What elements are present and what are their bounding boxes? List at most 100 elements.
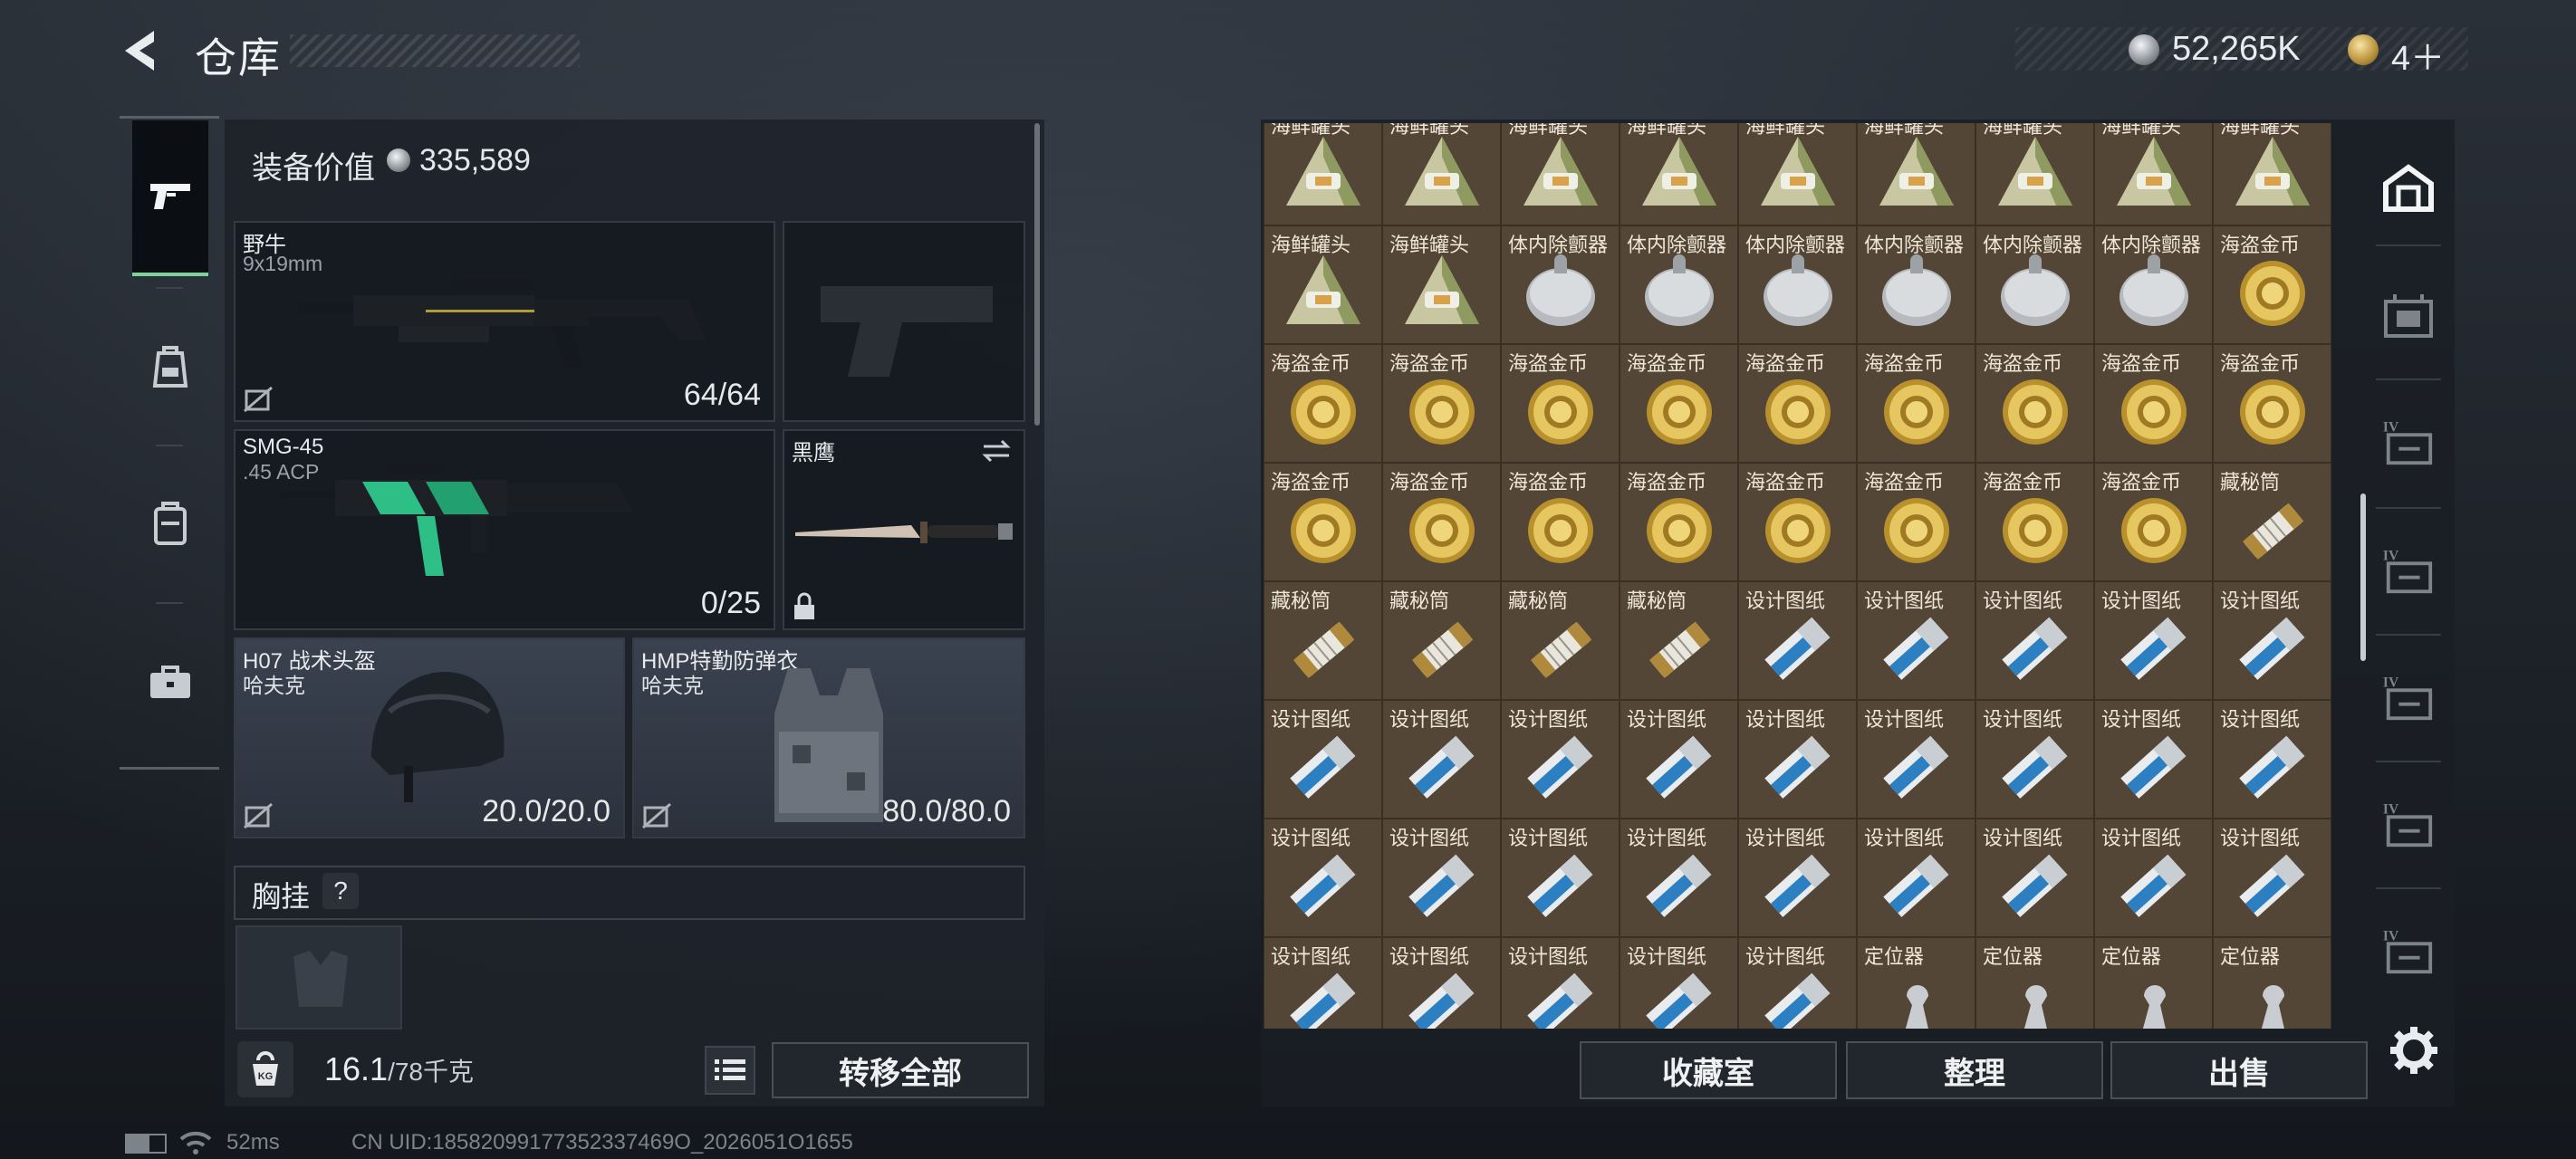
stash-scrollbar[interactable] [2360,493,2366,661]
stash-item[interactable]: 体内除颤器 [1620,225,1738,344]
stash-item[interactable]: 海鲜罐头 [1857,123,1975,225]
stash-item[interactable]: 定位器 [1857,937,1975,1029]
stash-item[interactable]: 定位器 [2094,937,2213,1029]
stash-item[interactable]: 设计图纸 [1501,819,1620,937]
stash-item[interactable]: 海鲜罐头 [1738,123,1857,225]
stash-item[interactable]: 海盗金币 [1264,463,1382,581]
helmet-slot[interactable]: H07 战术头盔 哈夫克 20.0/20.0 [234,637,625,838]
stash-item[interactable]: 海盗金币 [2094,463,2213,581]
transfer-all-button[interactable]: 转移全部 [772,1042,1029,1098]
stash-item[interactable]: 设计图纸 [1975,700,2094,819]
stash-item[interactable]: 海盗金币 [1738,344,1857,463]
stash-item[interactable]: 设计图纸 [2213,700,2331,819]
stash-item[interactable]: 海盗金币 [1382,344,1501,463]
stash-item[interactable]: 体内除颤器 [1738,225,1857,344]
stash-item[interactable]: 藏秘筒 [2213,463,2331,581]
stash-item[interactable]: 体内除颤器 [1501,225,1620,344]
stash-item[interactable]: 海盗金币 [1501,463,1620,581]
tab-storage-2[interactable]: IV [2381,415,2436,469]
sidearm-slot[interactable] [783,221,1025,422]
tab-toolbox[interactable] [132,606,208,758]
stash-item[interactable]: 设计图纸 [1382,819,1501,937]
stash-item[interactable]: 设计图纸 [1620,937,1738,1029]
stash-item[interactable]: 体内除颤器 [1857,225,1975,344]
stash-item[interactable]: 设计图纸 [2094,700,2213,819]
list-view-button[interactable] [705,1046,755,1095]
stash-item[interactable]: 海盗金币 [1738,463,1857,581]
stash-item[interactable]: 海盗金币 [1975,463,2094,581]
stash-item[interactable]: 海盗金币 [1501,344,1620,463]
stash-item[interactable]: 海鲜罐头 [1264,123,1382,225]
tab-storage-1[interactable] [2381,288,2436,342]
stash-item[interactable]: 海盗金币 [2094,344,2213,463]
stash-item[interactable]: 设计图纸 [1382,937,1501,1029]
stash-item[interactable]: 设计图纸 [1857,581,1975,700]
stash-item[interactable]: 海鲜罐头 [1620,123,1738,225]
stash-item[interactable]: 设计图纸 [1620,700,1738,819]
stash-item[interactable]: 藏秘筒 [1264,581,1382,700]
organize-button[interactable]: 整理 [1846,1041,2103,1099]
stash-item[interactable]: 设计图纸 [2094,819,2213,937]
stash-item[interactable]: 藏秘筒 [1382,581,1501,700]
stash-item[interactable]: 体内除颤器 [2094,225,2213,344]
stash-item[interactable]: 设计图纸 [2094,581,2213,700]
vest-slot[interactable]: HMP特勤防弹衣 哈夫克 80.0/80.0 [632,637,1025,838]
stash-item[interactable]: 海盗金币 [1264,344,1382,463]
stash-item[interactable]: 设计图纸 [1501,937,1620,1029]
secondary-weapon-slot[interactable]: SMG-45 .45 ACP 0/25 [234,429,775,630]
stash-item[interactable]: 设计图纸 [1975,819,2094,937]
stash-item[interactable]: 设计图纸 [1857,700,1975,819]
stash-item[interactable]: 海鲜罐头 [1975,123,2094,225]
tab-storage-3[interactable]: IV [2381,543,2436,598]
tab-backpack[interactable] [132,448,208,600]
tab-storage-6[interactable]: IV [2381,924,2436,978]
stash-item[interactable]: 设计图纸 [1738,700,1857,819]
stash-item[interactable]: 藏秘筒 [1501,581,1620,700]
stash-item[interactable]: 定位器 [1975,937,2094,1029]
stash-item[interactable]: 设计图纸 [2213,581,2331,700]
chest-rig-slot[interactable] [235,925,402,1030]
stash-item[interactable]: 设计图纸 [1382,700,1501,819]
tab-storage-4[interactable]: IV [2381,670,2436,724]
stash-item[interactable]: 海盗金币 [1857,344,1975,463]
stash-item[interactable]: 海鲜罐头 [1264,225,1382,344]
tab-storage-5[interactable]: IV [2381,797,2436,851]
stash-item[interactable]: 设计图纸 [1738,937,1857,1029]
tab-gear[interactable] [132,291,208,443]
stash-item[interactable]: 海盗金币 [1620,344,1738,463]
stash-item[interactable]: 设计图纸 [1620,819,1738,937]
melee-slot[interactable]: 黑鹰 [783,429,1025,630]
sell-button[interactable]: 出售 [2110,1041,2368,1099]
stash-item[interactable]: 海鲜罐头 [1501,123,1620,225]
stash-item[interactable]: 体内除颤器 [1975,225,2094,344]
stash-item[interactable]: 设计图纸 [1857,819,1975,937]
settings-gear-icon[interactable] [2387,1023,2441,1078]
stash-item[interactable]: 海盗金币 [1975,344,2094,463]
stash-item[interactable]: 海鲜罐头 [2213,123,2331,225]
gold-amount[interactable]: 4＋ [2391,30,2445,80]
stash-item[interactable]: 定位器 [2213,937,2331,1029]
help-button[interactable]: ? [322,873,359,909]
stash-item[interactable]: 藏秘筒 [1620,581,1738,700]
collection-room-button[interactable]: 收藏室 [1580,1041,1837,1099]
stash-item[interactable]: 海盗金币 [2213,225,2331,344]
equipment-scrollbar[interactable] [1034,123,1040,426]
stash-item[interactable]: 海盗金币 [1857,463,1975,581]
swap-icon[interactable] [980,438,1013,464]
stash-item[interactable]: 设计图纸 [1501,700,1620,819]
stash-item[interactable]: 设计图纸 [1264,819,1382,937]
stash-item[interactable]: 海盗金币 [2213,344,2331,463]
tab-weapons[interactable] [132,120,208,276]
stash-item[interactable]: 海鲜罐头 [1382,123,1501,225]
back-arrow-icon[interactable] [118,27,163,74]
stash-item[interactable]: 设计图纸 [1264,700,1382,819]
tab-warehouse-main[interactable] [2381,161,2436,216]
stash-item[interactable]: 海鲜罐头 [1382,225,1501,344]
primary-weapon-slot[interactable]: 野牛 9x19mm 64/64 [234,221,775,422]
stash-item[interactable]: 设计图纸 [1738,819,1857,937]
stash-item[interactable]: 设计图纸 [1738,581,1857,700]
stash-item[interactable]: 海盗金币 [1620,463,1738,581]
stash-item[interactable]: 海鲜罐头 [2094,123,2213,225]
stash-item[interactable]: 海盗金币 [1382,463,1501,581]
stash-item[interactable]: 设计图纸 [1975,581,2094,700]
